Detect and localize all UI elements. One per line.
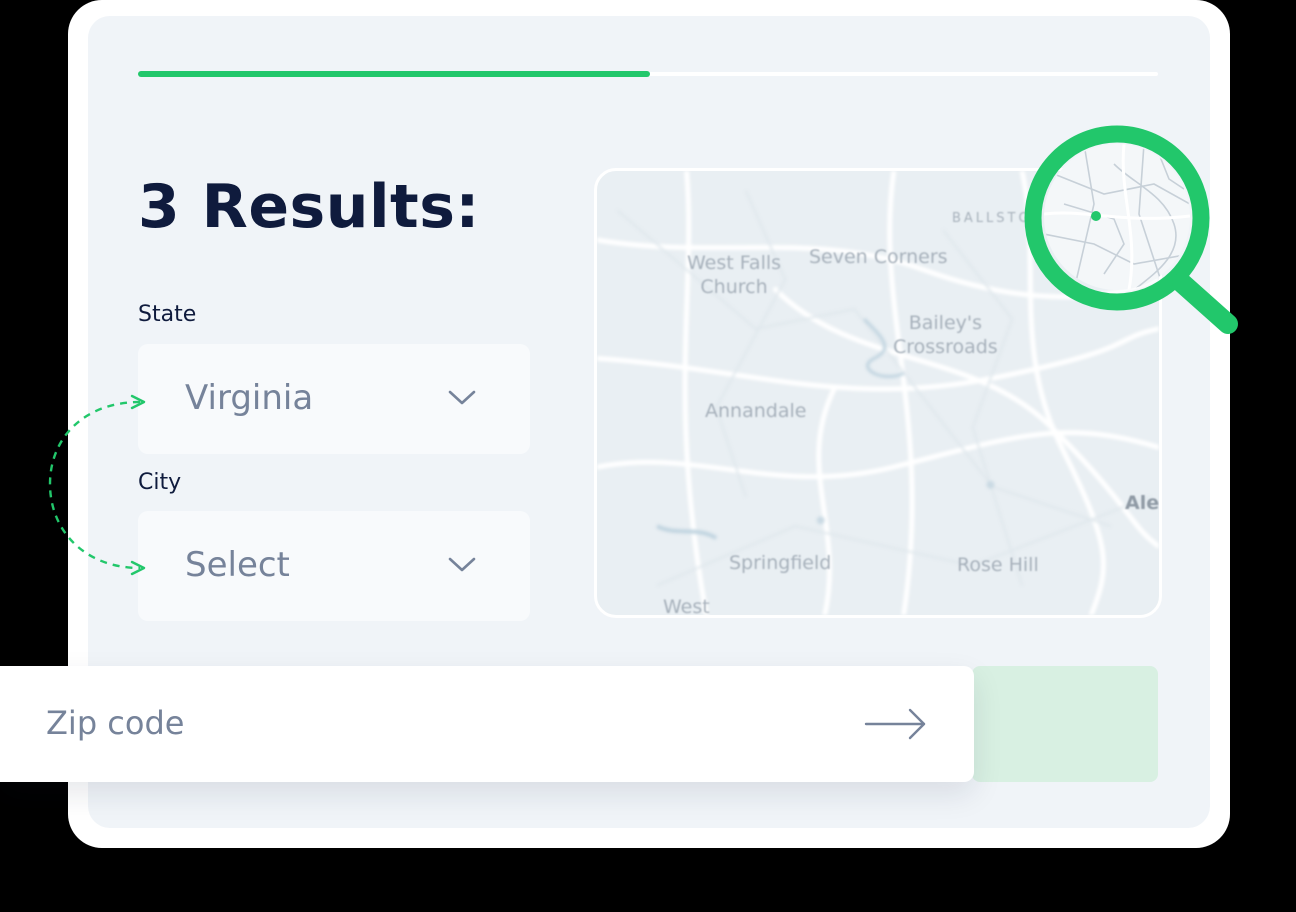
map-label-baileys-crossroads: Bailey's Crossroads bbox=[893, 312, 998, 358]
dashed-arrow-connector bbox=[48, 394, 146, 576]
zip-placeholder: Zip code bbox=[46, 704, 185, 742]
map-label-west: West bbox=[663, 596, 710, 618]
progress-bar bbox=[138, 71, 1158, 77]
map-label-alexandria: Ale bbox=[1125, 492, 1160, 514]
city-select[interactable]: Select bbox=[138, 511, 530, 621]
zip-submit-button[interactable] bbox=[972, 666, 1158, 782]
map-label-springfield: Springfield bbox=[729, 552, 832, 574]
map-label-rose-hill: Rose Hill bbox=[957, 554, 1039, 576]
results-title: 3 Results: bbox=[138, 172, 480, 242]
chevron-down-icon bbox=[448, 390, 476, 405]
map-label-seven-corners: Seven Corners bbox=[809, 246, 948, 268]
map-label-annandale: Annandale bbox=[705, 400, 807, 422]
state-value: Virginia bbox=[185, 378, 314, 418]
arrow-right-icon[interactable] bbox=[864, 706, 928, 742]
zip-input[interactable]: Zip code bbox=[0, 666, 974, 782]
chevron-down-icon bbox=[448, 557, 476, 572]
progress-fill bbox=[138, 71, 651, 77]
map-label-west-falls-church: West Falls Church bbox=[687, 252, 782, 298]
state-label: State bbox=[138, 302, 197, 327]
magnifier-icon bbox=[1024, 125, 1238, 334]
city-value: Select bbox=[185, 545, 290, 585]
state-select[interactable]: Virginia bbox=[138, 344, 530, 454]
